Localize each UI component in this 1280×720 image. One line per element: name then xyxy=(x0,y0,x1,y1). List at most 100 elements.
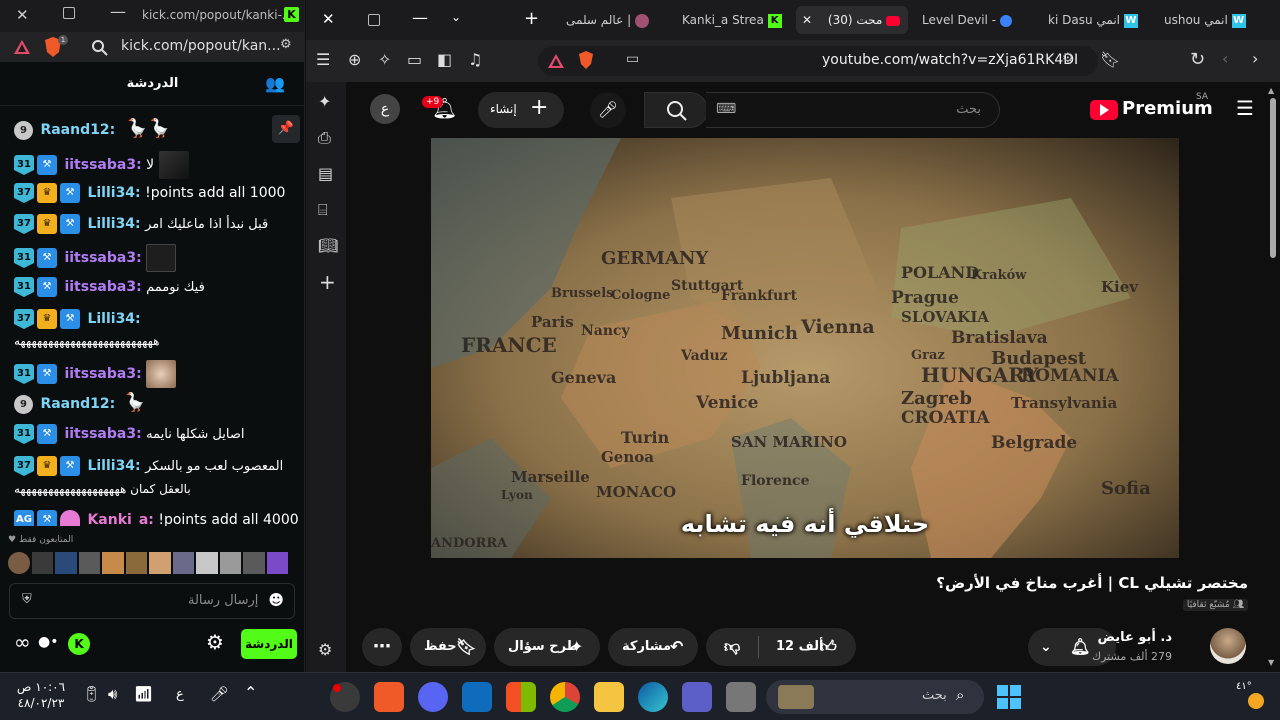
tab-close-icon[interactable]: ✕ xyxy=(802,13,812,27)
settings-gear-icon[interactable]: ⚙ xyxy=(318,640,332,659)
dislike-button[interactable]: 👎︎ xyxy=(724,628,740,666)
wallet-icon[interactable]: ▤ xyxy=(318,164,333,183)
scroll-down-icon[interactable]: ▼ xyxy=(1268,658,1274,667)
voice-search-button[interactable]: 🎤︎ xyxy=(590,92,626,128)
brave-shield-icon[interactable] xyxy=(578,51,594,69)
tab-youtube-active[interactable]: ✕ (30) محت xyxy=(796,6,908,34)
leo-ai-icon[interactable]: ✦ xyxy=(318,92,331,111)
chat-input[interactable]: ⛨ إرسال رسالة ☻ xyxy=(9,583,295,619)
like-button[interactable]: 👍︎ xyxy=(820,628,837,666)
search-submit-button[interactable] xyxy=(644,92,708,128)
emote-thumb[interactable] xyxy=(55,552,77,574)
outlook-taskbar-icon[interactable] xyxy=(462,682,492,712)
search-icon[interactable] xyxy=(92,40,108,56)
users-icon[interactable]: 👥 xyxy=(265,74,285,93)
microphone-icon[interactable]: 🎤︎ xyxy=(210,685,229,703)
kick-k-icon[interactable]: K xyxy=(68,633,90,655)
teams-taskbar-icon[interactable] xyxy=(682,682,712,712)
site-settings-icon[interactable]: ⚙ xyxy=(280,37,292,52)
username[interactable]: iitssaba3: xyxy=(64,426,141,442)
taskbar-search[interactable]: بحث ⌕ xyxy=(766,680,984,714)
maximize-icon[interactable] xyxy=(63,7,75,19)
emote-thumb[interactable] xyxy=(8,552,30,574)
page-scrollbar[interactable]: ▲ ▼ xyxy=(1268,84,1278,672)
reload-icon[interactable]: ↻ xyxy=(1190,49,1205,70)
account-avatar[interactable]: ع xyxy=(370,94,400,124)
chat-send-button[interactable]: الدردشة xyxy=(241,629,297,659)
username[interactable]: Kanki_a: xyxy=(87,512,153,526)
emote-thumb[interactable] xyxy=(172,552,194,574)
emote-thumb[interactable] xyxy=(78,552,100,574)
brave-rewards-icon[interactable] xyxy=(548,54,564,68)
emote-thumb[interactable] xyxy=(219,552,241,574)
bookmarks-icon[interactable]: ⌸ xyxy=(318,200,328,220)
screenshot-icon[interactable]: ⎙ xyxy=(318,128,331,148)
sidebar-icon[interactable]: ◧ xyxy=(437,50,452,69)
tab-anime-dasu[interactable]: ki Dasu انمي W xyxy=(1042,6,1152,34)
emote-thumb[interactable] xyxy=(266,552,288,574)
shield-icon[interactable]: ⛨ xyxy=(22,592,32,607)
username[interactable]: iitssaba3: xyxy=(64,366,141,382)
minimize-icon[interactable]: — xyxy=(412,8,428,27)
window-taskbar-icon[interactable] xyxy=(726,682,756,712)
emoji-icon[interactable]: ☻ xyxy=(268,591,284,609)
ask-button[interactable]: طرح سؤال ✦ xyxy=(494,628,600,666)
forward-icon[interactable]: › xyxy=(1252,49,1258,68)
share-button[interactable]: مشاركة ↶ xyxy=(608,628,698,666)
emote-thumb[interactable] xyxy=(243,552,265,574)
settings-gear-icon[interactable]: ⚙ xyxy=(206,630,224,654)
discord-taskbar-icon[interactable] xyxy=(418,682,448,712)
tab-level-devil[interactable]: Level Devil - xyxy=(916,6,1024,34)
address-bar[interactable]: ▭ youtube.com/watch?v=zXja61RK4DI ⚙ xyxy=(538,46,1098,76)
dots-icon[interactable]: ●• xyxy=(38,634,58,650)
username[interactable]: Lilli34: xyxy=(87,185,140,201)
site-settings-icon[interactable]: ⚙ xyxy=(1062,51,1074,66)
tab-kanki-stream[interactable]: Kanki_a Strea K xyxy=(676,6,786,34)
create-button[interactable]: إنشاء + xyxy=(478,92,564,128)
channel-avatar[interactable] xyxy=(1210,628,1246,664)
new-tab-icon[interactable]: + xyxy=(524,8,539,29)
store-taskbar-icon[interactable] xyxy=(506,682,536,712)
more-actions-button[interactable]: ⋯ xyxy=(362,628,402,666)
tray-chevron-icon[interactable]: ⌃ xyxy=(244,683,257,702)
channel-name[interactable]: د. أبو عايض xyxy=(1097,630,1172,645)
username[interactable]: Lilli34: xyxy=(87,458,140,474)
battery-icon[interactable]: 🔋︎ xyxy=(82,685,101,703)
username[interactable]: Lilli34: xyxy=(87,311,140,327)
emote-thumb[interactable] xyxy=(31,552,53,574)
tab-salma[interactable]: عالم سلمى | xyxy=(560,6,660,34)
weather-widget[interactable]: ٤١° xyxy=(1234,681,1270,713)
emote-thumb[interactable] xyxy=(149,552,171,574)
back-icon[interactable]: ‹ xyxy=(1222,49,1228,68)
emote-thumb[interactable] xyxy=(125,552,147,574)
scroll-up-icon[interactable]: ▲ xyxy=(1268,86,1274,95)
keyboard-icon[interactable]: ⌨ xyxy=(716,101,736,117)
username[interactable]: Raand12: xyxy=(40,396,115,412)
username[interactable]: Raand12: xyxy=(40,122,115,138)
start-button[interactable] xyxy=(997,685,1021,709)
youtube-logo[interactable]: Premium SA xyxy=(1090,92,1214,122)
tabs-icon[interactable]: ▭ xyxy=(407,50,422,69)
guide-menu-icon[interactable]: ☰ xyxy=(1236,96,1254,120)
scroll-thumb[interactable] xyxy=(1270,98,1276,258)
tab-anime-ushou[interactable]: ushou انمي W xyxy=(1158,6,1270,34)
bookmark-icon[interactable]: 🔖︎ xyxy=(1100,50,1120,69)
emote-thumb[interactable] xyxy=(102,552,124,574)
emote-strip[interactable] xyxy=(8,552,288,576)
clock[interactable]: ١٠:٠٦ ص ٤٨/٠٢/٢٣ xyxy=(16,679,66,711)
username[interactable]: iitssaba3: xyxy=(64,250,141,266)
reading-list-icon[interactable]: 📖︎ xyxy=(318,236,338,255)
tab-list-chevron-icon[interactable]: ⌄ xyxy=(451,10,461,24)
explorer-taskbar-icon[interactable] xyxy=(594,682,624,712)
volume-icon[interactable]: 🔊︎ xyxy=(108,685,117,703)
close-window-icon[interactable]: ✕ xyxy=(322,10,335,28)
left-address-bar[interactable]: 1 kick.com/popout/kan... ⚙ xyxy=(0,32,304,62)
vpn-icon[interactable]: ⊕ xyxy=(348,50,361,69)
username[interactable]: Lilli34: xyxy=(87,216,140,232)
wifi-icon[interactable]: 📶︎ xyxy=(134,685,153,703)
close-icon[interactable]: ✕ xyxy=(16,6,29,24)
address-text[interactable]: kick.com/popout/kan... xyxy=(121,38,281,54)
url-text[interactable]: youtube.com/watch?v=zXja61RK4DI xyxy=(822,52,1078,68)
music-icon[interactable]: ♫ xyxy=(468,50,482,69)
brave-rewards-icon[interactable] xyxy=(14,40,30,54)
